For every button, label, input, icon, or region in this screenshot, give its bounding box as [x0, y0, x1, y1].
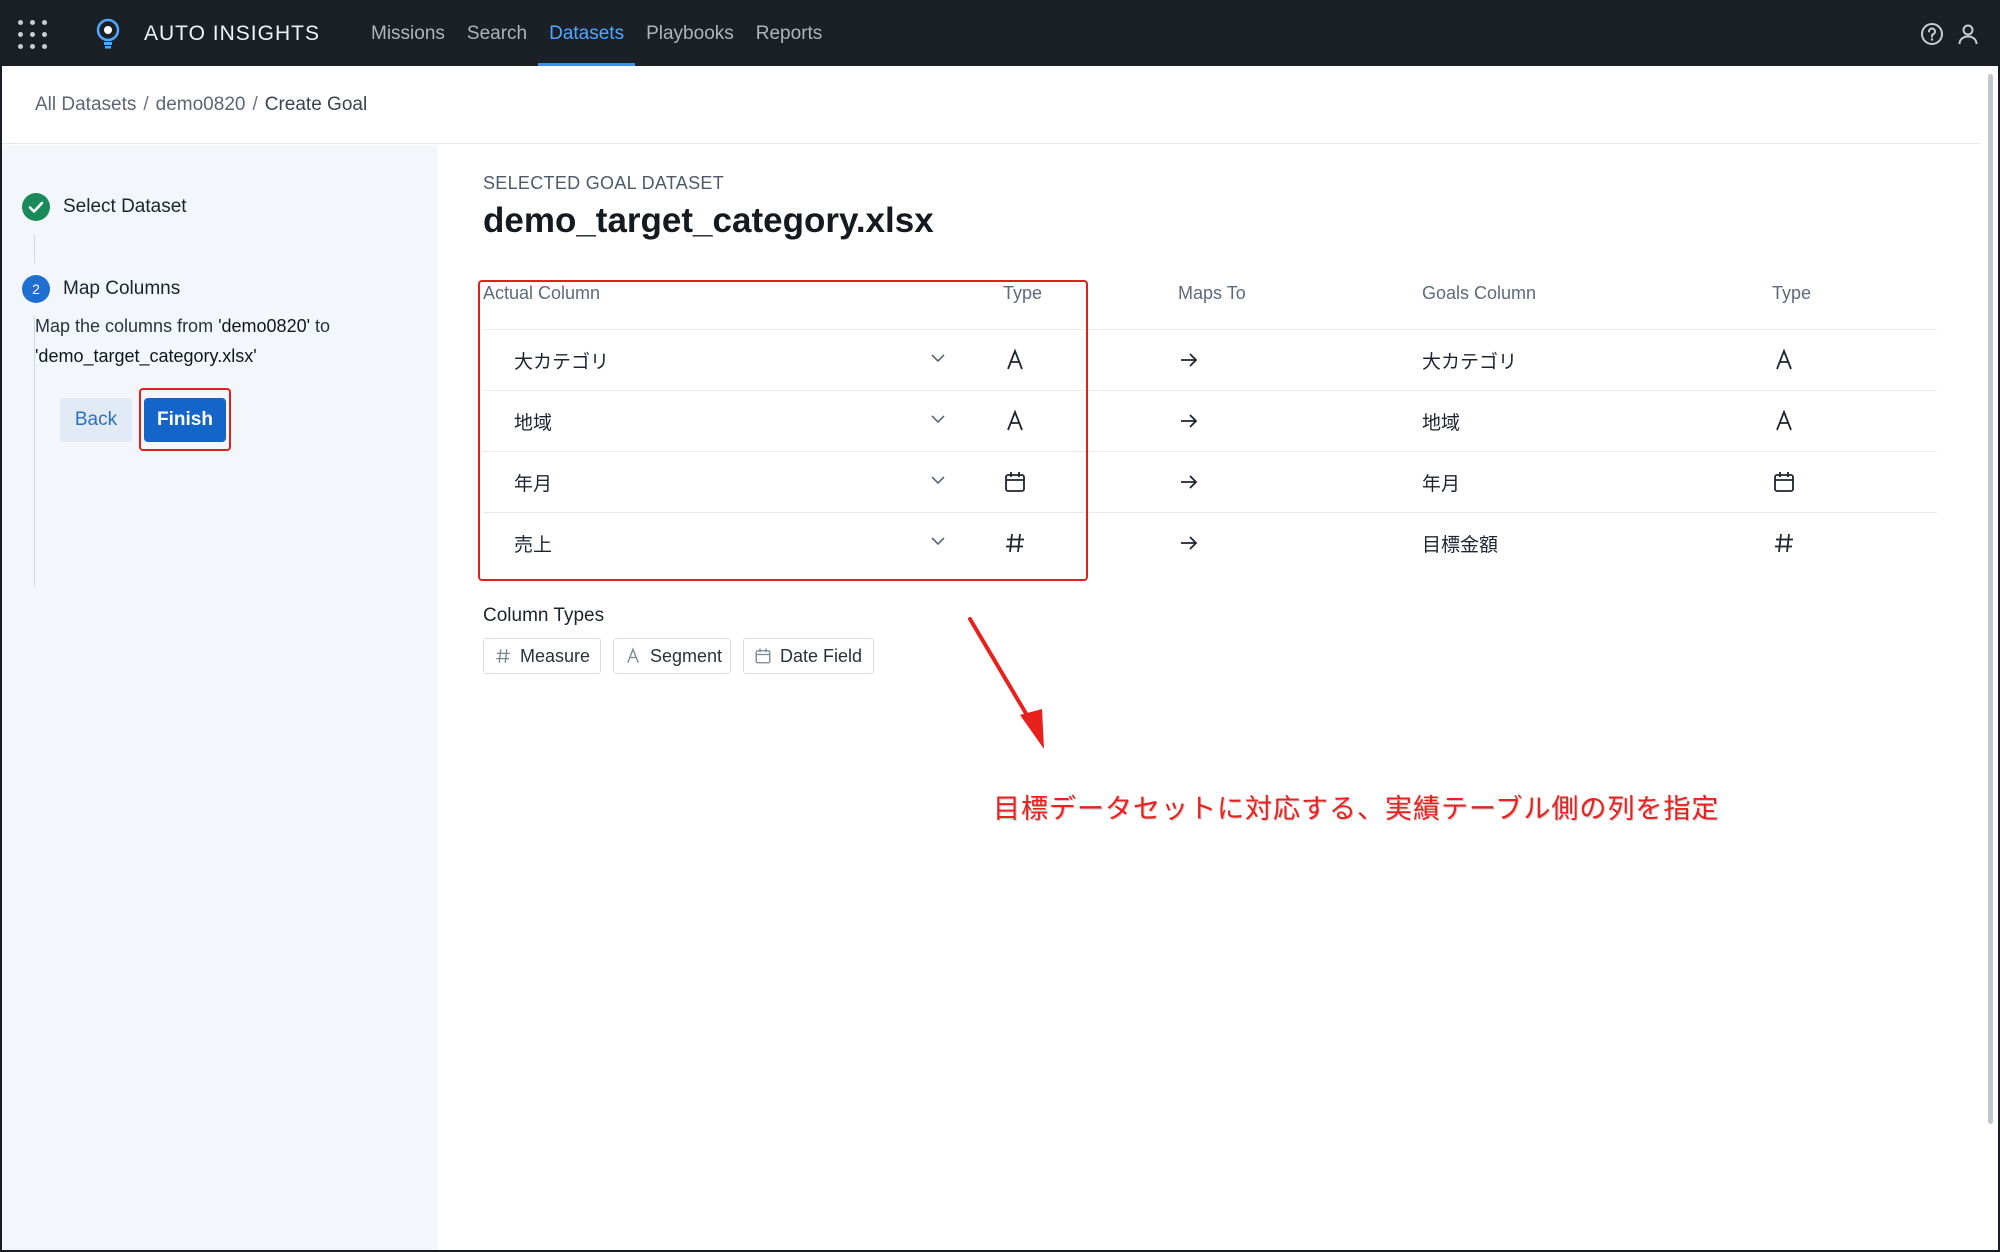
selected-goal-label: SELECTED GOAL DATASET: [483, 173, 725, 193]
nav-menu: Missions Search Datasets Playbooks Repor…: [360, 2, 833, 66]
measure-label: Measure: [520, 646, 591, 666]
back-button[interactable]: Back: [60, 398, 132, 442]
stepper-sidebar: Select Dataset 2 Map Columns Map the col…: [2, 145, 438, 1250]
breadcrumb-all-datasets[interactable]: All Datasets: [35, 94, 136, 115]
hash-icon: [1775, 533, 1793, 553]
nav-search[interactable]: Search: [456, 2, 538, 66]
selected-goal-name: demo_target_category.xlsx: [483, 201, 934, 240]
nav-playbooks[interactable]: Playbooks: [635, 2, 745, 66]
step-map-columns: Map Columns: [63, 278, 181, 299]
lightbulb-logo-icon: [96, 18, 120, 49]
apps-grid-icon[interactable]: [18, 20, 48, 50]
desc-source: 'demo0820': [218, 316, 311, 336]
arrow-right-icon: [1181, 475, 1198, 489]
step-select-dataset: Select Dataset: [63, 196, 187, 217]
app-window: AUTO INSIGHTS Missions Search Datasets P…: [2, 2, 1998, 1250]
step-description: Map the columns from 'demo0820' to 'demo…: [35, 311, 415, 371]
goal-column: 目標金額: [1422, 535, 1499, 556]
segment-a-icon: [627, 647, 639, 663]
step-connector: [34, 235, 35, 263]
measure-badge: Measure: [483, 638, 601, 674]
breadcrumb-dataset[interactable]: demo0820: [156, 94, 246, 115]
arrow-right-icon: [1181, 536, 1198, 550]
breadcrumb-current: Create Goal: [264, 94, 368, 115]
finish-highlight-box: [139, 388, 231, 451]
desc-prefix: Map the columns from: [35, 316, 219, 336]
help-icon[interactable]: [1920, 22, 1944, 46]
calendar-icon: [1774, 472, 1794, 492]
top-nav: AUTO INSIGHTS Missions Search Datasets P…: [2, 2, 1998, 66]
nav-reports[interactable]: Reports: [745, 2, 834, 66]
column-types-title: Column Types: [483, 605, 605, 626]
scrollbar[interactable]: [1982, 66, 1998, 1250]
goal-column: 地域: [1422, 413, 1461, 434]
goal-column: 大カテゴリ: [1422, 352, 1518, 373]
goal-column: 年月: [1422, 474, 1461, 495]
nav-missions[interactable]: Missions: [360, 2, 456, 66]
annotation-text: 目標データセットに対応する、実績テーブル側の列を指定: [993, 794, 1720, 824]
header-maps-to: Maps To: [1178, 283, 1246, 303]
date-field-label: Date Field: [780, 646, 863, 666]
desc-mid: to: [310, 316, 331, 336]
main-content: SELECTED GOAL DATASET demo_target_catego…: [438, 145, 1978, 1250]
date-field-badge: Date Field: [743, 638, 874, 674]
scrollbar-thumb[interactable]: [1988, 74, 1993, 1124]
brand-name[interactable]: AUTO INSIGHTS: [144, 22, 320, 46]
breadcrumb-separator: /: [143, 94, 149, 115]
breadcrumb: All Datasets / demo0820 / Create Goal: [2, 66, 1980, 144]
hash-icon: [496, 649, 510, 663]
header-goals-type: Type: [1772, 283, 1812, 303]
nav-datasets[interactable]: Datasets: [538, 2, 636, 66]
segment-a-icon: [1776, 409, 1792, 431]
desc-target: 'demo_target_category.xlsx': [35, 346, 257, 366]
segment-a-icon: [1776, 348, 1792, 370]
check-icon: [22, 193, 50, 221]
segment-label: Segment: [650, 646, 723, 666]
calendar-icon: [755, 648, 771, 664]
annotation-arrow-icon: [968, 617, 1044, 749]
segment-badge: Segment: [613, 638, 731, 674]
breadcrumb-separator: /: [252, 94, 258, 115]
arrow-right-icon: [1181, 353, 1198, 367]
header-goals-column: Goals Column: [1422, 283, 1537, 303]
actual-column-highlight-box: [478, 280, 1088, 581]
arrow-right-icon: [1181, 414, 1198, 428]
step-number: 2: [22, 275, 50, 303]
user-icon[interactable]: [1956, 22, 1980, 46]
